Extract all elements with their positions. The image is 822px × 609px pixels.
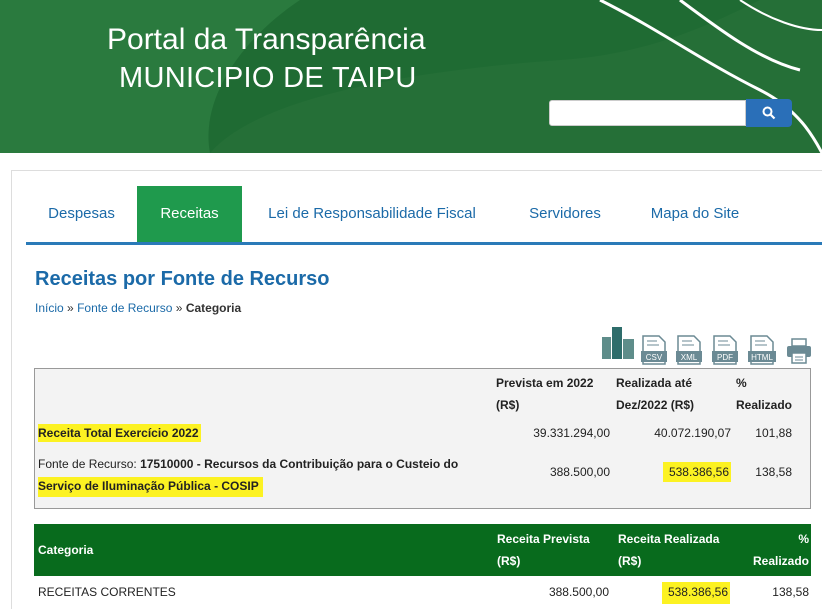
header-line: Receita Realizada — [618, 532, 720, 546]
summary-header-realizada: Realizada até Dez/2022 (R$) — [616, 372, 694, 416]
categoria-table-header: Categoria Receita Prevista (R$) Receita … — [34, 524, 811, 576]
printer-icon[interactable] — [786, 338, 812, 364]
total-prevista: 39.331.294,00 — [533, 426, 610, 440]
portal-title: Portal da Transparência — [107, 23, 426, 56]
table-row[interactable]: RECEITAS CORRENTES 388.500,00 538.386,56… — [34, 576, 811, 608]
header-line: Realizada até — [616, 376, 693, 390]
header-line: Dez/2022 (R$) — [616, 398, 695, 412]
breadcrumb-current: Categoria — [185, 301, 242, 315]
nav-item-receitas[interactable]: Receitas — [137, 186, 242, 242]
nav-item-despesas[interactable]: Despesas — [26, 186, 137, 242]
summary-header-percent: % Realizado — [736, 372, 792, 416]
col-header-percent[interactable]: % Realizado — [734, 528, 809, 572]
header-line: Prevista em 2022 — [496, 376, 594, 390]
breadcrumb: Início » Fonte de Recurso » Categoria — [35, 301, 241, 315]
row-categoria[interactable]: RECEITAS CORRENTES — [38, 585, 176, 599]
summary-panel: Prevista em 2022 (R$) Realizada até Dez/… — [34, 368, 811, 509]
fonte-row-label: Fonte de Recurso: 17510000 - Recursos da… — [38, 453, 458, 497]
total-row-label: Receita Total Exercício 2022 — [38, 424, 201, 442]
fonte-realizada: 538.386,56 — [595, 462, 731, 482]
fonte-prevista: 388.500,00 — [549, 465, 610, 479]
search-button[interactable] — [746, 99, 792, 127]
municipality-name: MUNICIPIO DE TAIPU — [119, 62, 417, 94]
csv-label: CSV — [646, 353, 663, 362]
xml-label: XML — [681, 353, 698, 362]
breadcrumb-fonte-link[interactable]: Fonte de Recurso — [77, 301, 172, 315]
html-icon[interactable]: HTML — [748, 335, 776, 365]
total-label-text: Receita Total Exercício 2022 — [38, 424, 201, 442]
header-line: % — [798, 532, 809, 546]
summary-header-prevista: Prevista em 2022 (R$) — [496, 372, 593, 416]
row-realizada-value: 538.386,56 — [661, 582, 730, 604]
breadcrumb-separator: » — [175, 301, 183, 315]
chart-icon[interactable] — [602, 325, 636, 359]
breadcrumb-separator: » — [67, 301, 74, 315]
header-line: (R$) — [496, 398, 520, 412]
col-header-prevista[interactable]: Receita Prevista (R$) — [497, 528, 590, 572]
col-header-categoria[interactable]: Categoria — [38, 539, 93, 561]
fonte-desc-line2: Serviço de Iluminação Pública - COSIP — [38, 477, 263, 497]
row-percent: 138,58 — [772, 585, 809, 599]
fonte-realizada-value: 538.386,56 — [662, 462, 731, 482]
col-header-realizada[interactable]: Receita Realizada (R$) — [618, 528, 719, 572]
header-line: % — [736, 376, 747, 390]
search-icon — [762, 106, 776, 120]
xml-icon[interactable]: XML — [676, 335, 702, 365]
header-line: Realizado — [752, 554, 809, 568]
fonte-prefix: Fonte de Recurso: — [38, 457, 137, 471]
header-line: (R$) — [618, 554, 642, 568]
row-realizada: 538.386,56 — [594, 582, 730, 604]
page-title: Receitas por Fonte de Recurso — [35, 268, 330, 290]
fonte-percent: 138,58 — [755, 465, 792, 479]
site-header: Portal da Transparência MUNICIPIO DE TAI… — [0, 0, 822, 153]
header-line: (R$) — [497, 554, 521, 568]
pdf-icon[interactable]: PDF — [712, 335, 738, 365]
header-line: Realizado — [736, 398, 793, 412]
fonte-desc-line1: 17510000 - Recursos da Contribuição para… — [140, 457, 459, 471]
pdf-label: PDF — [717, 353, 733, 362]
html-label: HTML — [751, 353, 773, 362]
nav-item-mapa-do-site[interactable]: Mapa do Site — [628, 186, 762, 242]
breadcrumb-home-link[interactable]: Início — [35, 301, 64, 315]
row-prevista: 388.500,00 — [548, 585, 609, 599]
header-line: Receita Prevista — [497, 532, 590, 546]
nav-item-lrf[interactable]: Lei de Responsabilidade Fiscal — [242, 186, 502, 242]
main-nav: Despesas Receitas Lei de Responsabilidad… — [26, 186, 822, 245]
total-percent: 101,88 — [755, 426, 792, 440]
csv-icon[interactable]: CSV — [641, 335, 667, 365]
search-input[interactable] — [549, 100, 746, 126]
nav-item-servidores[interactable]: Servidores — [502, 186, 628, 242]
total-realizada: 40.072.190,07 — [654, 426, 731, 440]
